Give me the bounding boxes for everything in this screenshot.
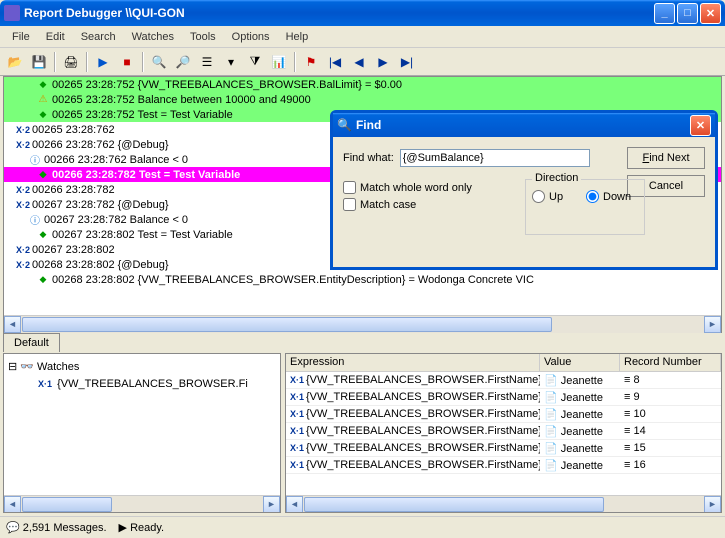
tree-root[interactable]: ⊟ 👓 Watches (8, 358, 276, 375)
status-ready: ▶ Ready. (119, 521, 165, 534)
whole-word-checkbox[interactable] (343, 181, 356, 194)
status-messages: 💬 2,591 Messages. (6, 521, 107, 534)
scroll-left-icon[interactable]: ◄ (4, 316, 21, 333)
menu-file[interactable]: File (4, 29, 38, 45)
col-expression[interactable]: Expression (286, 354, 540, 371)
down-radio[interactable] (586, 190, 599, 203)
last-icon[interactable]: ▶| (396, 51, 418, 73)
flag-icon[interactable]: ⚑ (300, 51, 322, 73)
save-icon[interactable]: 💾 (28, 51, 50, 73)
find-dialog[interactable]: 🔍 Find ✕ Find what: Find Next Cancel Mat… (330, 110, 718, 270)
stop-icon[interactable]: ■ (116, 51, 138, 73)
filter-icon[interactable]: ▾ (220, 51, 242, 73)
table-row[interactable]: X·1 {VW_TREEBALANCES_BROWSER.FirstName} … (286, 406, 721, 423)
binoculars-icon[interactable]: 🔍 (148, 51, 170, 73)
table-row[interactable]: X·1 {VW_TREEBALANCES_BROWSER.FirstName} … (286, 423, 721, 440)
log-row[interactable]: ◆00265 23:28:752 {VW_TREEBALANCES_BROWSE… (4, 77, 721, 92)
menu-help[interactable]: Help (278, 29, 317, 45)
statusbar: 💬 2,591 Messages. ▶ Ready. (0, 516, 725, 538)
menubar: File Edit Search Watches Tools Options H… (0, 26, 725, 48)
app-icon (4, 5, 20, 21)
find-what-label: Find what: (343, 152, 394, 164)
find-input[interactable] (400, 149, 590, 167)
col-record[interactable]: Record Number (620, 354, 721, 371)
table-row[interactable]: X·1 {VW_TREEBALANCES_BROWSER.FirstName} … (286, 440, 721, 457)
window-title: Report Debugger \\QUI-GON (24, 6, 654, 20)
toolbar: 📂 💾 🖨 ▶ ■ 🔍 🔎 ☰ ▾ ⧩ 📊 ⚑ |◀ ◀ ▶ ▶| (0, 48, 725, 76)
table-row[interactable]: X·1 {VW_TREEBALANCES_BROWSER.FirstName} … (286, 457, 721, 474)
table-row[interactable]: X·1 {VW_TREEBALANCES_BROWSER.FirstName} … (286, 389, 721, 406)
run-icon[interactable]: ▶ (92, 51, 114, 73)
zoom-icon[interactable]: 🔎 (172, 51, 194, 73)
log-scrollbar[interactable]: ◄ ► (4, 315, 721, 332)
table-row[interactable]: X·1 {VW_TREEBALANCES_BROWSER.FirstName} … (286, 372, 721, 389)
print-icon[interactable]: 🖨 (60, 51, 82, 73)
first-icon[interactable]: |◀ (324, 51, 346, 73)
watches-grid: Expression Value Record Number X·1 {VW_T… (285, 353, 722, 513)
close-button[interactable]: ✕ (700, 3, 721, 24)
tab-default[interactable]: Default (3, 333, 60, 352)
menu-tools[interactable]: Tools (182, 29, 224, 45)
match-case-checkbox[interactable] (343, 198, 356, 211)
find-next-button[interactable]: Find Next (627, 147, 705, 169)
find-close-button[interactable]: ✕ (690, 115, 711, 136)
menu-options[interactable]: Options (224, 29, 278, 45)
chart-icon[interactable]: 📊 (268, 51, 290, 73)
minimize-button[interactable]: _ (654, 3, 675, 24)
tree-item[interactable]: X·1 {VW_TREEBALANCES_BROWSER.Fi (8, 375, 276, 393)
prev-icon[interactable]: ◀ (348, 51, 370, 73)
scroll-right-icon[interactable]: ► (704, 316, 721, 333)
log-row[interactable]: ◆00268 23:28:802 {VW_TREEBALANCES_BROWSE… (4, 272, 721, 287)
up-radio[interactable] (532, 190, 545, 203)
grid-header: Expression Value Record Number (286, 354, 721, 372)
direction-group: Direction Up Down (525, 179, 645, 235)
next-icon[interactable]: ▶ (372, 51, 394, 73)
match-case-label: Match case (360, 199, 416, 211)
col-value[interactable]: Value (540, 354, 620, 371)
open-icon[interactable]: 📂 (4, 51, 26, 73)
whole-word-label: Match whole word only (360, 182, 472, 194)
titlebar[interactable]: Report Debugger \\QUI-GON _ □ ✕ (0, 0, 725, 26)
list-icon[interactable]: ☰ (196, 51, 218, 73)
grid-scrollbar[interactable]: ◄► (286, 495, 721, 512)
menu-edit[interactable]: Edit (38, 29, 73, 45)
maximize-button[interactable]: □ (677, 3, 698, 24)
log-row[interactable]: ⚠00265 23:28:752 Balance between 10000 a… (4, 92, 721, 107)
tree-scrollbar[interactable]: ◄► (4, 495, 280, 512)
direction-label: Direction (532, 172, 581, 184)
find-icon: 🔍 (337, 118, 352, 132)
find-title: Find (356, 118, 690, 132)
menu-search[interactable]: Search (73, 29, 124, 45)
watches-tree[interactable]: ⊟ 👓 Watches X·1 {VW_TREEBALANCES_BROWSER… (3, 353, 281, 513)
menu-watches[interactable]: Watches (124, 29, 182, 45)
funnel-icon[interactable]: ⧩ (244, 51, 266, 73)
